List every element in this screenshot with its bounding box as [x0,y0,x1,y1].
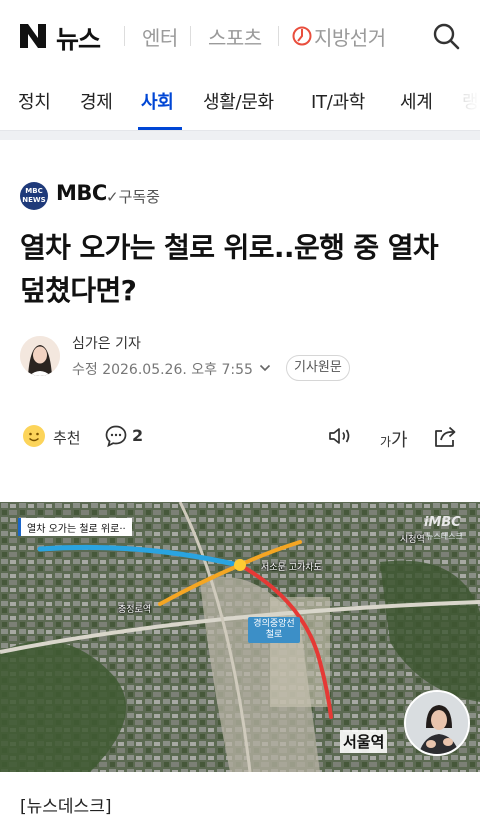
map-label-line: 경의중앙선 철로 [248,617,300,643]
check-icon: ✓ [106,188,119,206]
reporter-photo-icon [20,336,60,376]
tab-economy[interactable]: 경제 [80,88,113,114]
press-logo[interactable]: MBC NEWS [20,182,48,210]
map-label-chungjeongno: 충정로역 [118,605,152,615]
subscribe-label: 구독중 [118,188,160,206]
map-label-overpass: 서소문 고가차도 [261,563,322,573]
nav-link-sports[interactable]: 스포츠 [208,22,262,51]
article-section-tag: [뉴스데스크] [20,797,112,817]
tab-life-culture[interactable]: 생활/문화 [203,88,274,114]
photo-caption-banner: 열차 오가는 철로 위로·· [18,518,132,536]
comment-icon[interactable] [104,424,128,448]
section-divider [0,130,480,140]
share-icon[interactable] [432,423,458,449]
divider [124,26,125,46]
article-headline: 열차 오가는 철로 위로..운행 중 열차 덮쳤다면? [20,231,439,307]
original-article-button[interactable]: 기사원문 [286,355,350,381]
article-date: 수정 2026.05.26. 오후 7:55 [72,362,253,378]
tab-scroll-fade [440,72,480,128]
naver-logo-icon[interactable] [18,22,48,50]
tab-it-science[interactable]: IT/과학 [311,88,365,114]
divider [190,26,191,46]
font-small-glyph: 가 [380,435,392,449]
smile-icon[interactable] [22,424,46,448]
tab-politics[interactable]: 정치 [18,88,51,114]
search-icon[interactable] [430,20,462,52]
photo-watermark: iMBC [424,515,461,530]
divider [278,26,279,46]
chevron-down-icon[interactable] [259,362,271,374]
reporter-name[interactable]: 심가은 기자 [72,333,141,353]
subscribe-status[interactable]: ✓구독중 [106,186,160,207]
comment-count[interactable]: 2 [132,426,143,445]
top-bar: 뉴스 엔터 스포츠 지방선거 [0,0,480,72]
map-label-city-hall: 시청역 [400,535,425,545]
reporter-avatar[interactable] [20,336,60,376]
nav-link-entertainment[interactable]: 엔터 [142,22,178,51]
font-large-glyph: 가 [391,430,408,451]
tab-society[interactable]: 사회 [141,88,174,114]
recommend-label[interactable]: 추천 [53,427,81,448]
election-icon [292,26,312,46]
news-brand[interactable]: 뉴스 [56,20,101,56]
category-tabs: 정치 경제 사회 생활/문화 IT/과학 세계 랭 [0,72,480,130]
speaker-icon[interactable] [327,424,353,448]
press-logo-text: MBC NEWS [22,187,46,204]
photo-watermark-sub: 뉴스데스크 [426,532,463,541]
press-name[interactable]: MBC [56,181,107,205]
sign-language-interpreter [404,690,470,756]
map-label-seoul-station: 서울역 [340,730,388,753]
tab-world[interactable]: 세계 [400,88,433,114]
nav-link-local-election[interactable]: 지방선거 [314,22,386,51]
font-size-button[interactable]: 가가 [380,426,408,452]
